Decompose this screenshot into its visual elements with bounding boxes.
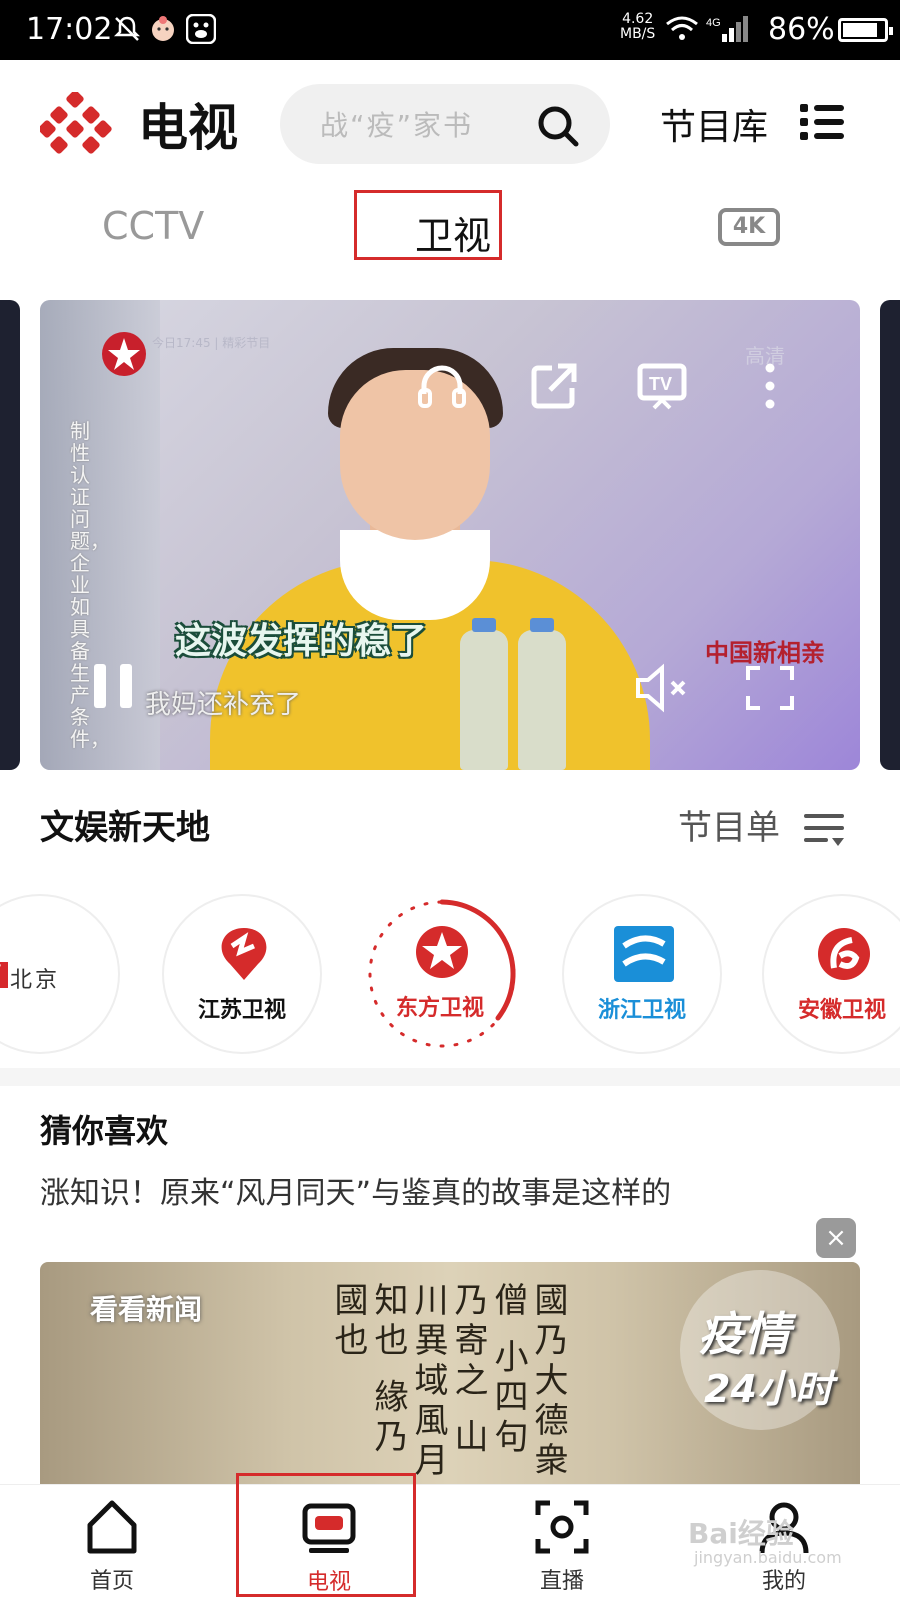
divider — [0, 1068, 900, 1086]
status-time: 17:02 — [26, 12, 113, 47]
section-title: 文娱新天地 — [40, 808, 210, 848]
kankan-news-logo: 看看新闻 — [90, 1293, 203, 1326]
battery-percent: 86% — [768, 12, 835, 47]
baidu-paw-icon — [186, 14, 216, 44]
channel-zhejiang-name: 浙江卫视 — [597, 998, 686, 1023]
svg-text:TV: TV — [649, 374, 672, 394]
tv-icon — [302, 1503, 356, 1553]
channel-jiangsu[interactable]: 江苏卫视 — [162, 894, 322, 1054]
badge-line2: 24小时 — [704, 1367, 833, 1411]
mute-icon[interactable] — [632, 662, 692, 714]
station-time: 今日17:45 | 精彩节目 — [152, 336, 271, 350]
recommend-title: 猜你喜欢 — [40, 1112, 169, 1150]
video-person-collar — [340, 530, 490, 620]
nav-profile-label: 我的 — [761, 1569, 806, 1594]
dragon-tv-logo — [102, 332, 146, 376]
search-bar[interactable]: 战“疫”家书 — [280, 84, 610, 164]
channel-zhejiang[interactable]: 浙江卫视 — [562, 894, 722, 1054]
channel-list: TV 北京 江苏卫视 东方卫视 浙江卫视 安徽卫视 — [0, 878, 900, 1058]
battery-fill — [843, 23, 878, 37]
audio-mode-icon[interactable] — [416, 360, 468, 412]
share-icon[interactable] — [528, 360, 580, 412]
video-caption: 这波发挥的稳了 — [175, 621, 428, 662]
badge-line1: 疫情 — [698, 1307, 790, 1361]
nav-home-label: 首页 — [89, 1569, 134, 1594]
video-carousel: 今日17:45 | 精彩节目 高清 制性认证问题，企业如具备生产条件， 这波发挥… — [0, 300, 900, 770]
nav-live-label: 直播 — [539, 1569, 584, 1594]
tab-satellite-tv[interactable]: 卫视 — [354, 190, 502, 260]
calligraphy-text: 國乃大德衆僧 小四句乃寄之 山川異域風月 知也 緣乃國也 — [328, 1282, 568, 1482]
nav-tv[interactable]: 电视 — [236, 1473, 416, 1597]
section-header: 文娱新天地 节目单 — [0, 790, 900, 860]
nav-home[interactable]: 首页 — [22, 1485, 202, 1601]
cast-tv-icon[interactable]: TV — [636, 360, 688, 412]
channel-anhui-name: 安徽卫视 — [797, 998, 886, 1023]
signal-label: 4G — [706, 17, 721, 29]
search-placeholder: 战“疫”家书 — [320, 109, 474, 142]
net-speed: 4.62 MB/S — [620, 12, 655, 42]
channel-jiangsu-name: 江苏卫视 — [197, 998, 286, 1023]
battery-icon — [838, 18, 893, 42]
channel-anhui[interactable]: 安徽卫视 — [762, 894, 900, 1054]
next-card[interactable] — [880, 300, 900, 770]
list-menu-icon[interactable] — [800, 102, 844, 142]
channel-beijing-name: 北京 — [10, 968, 61, 993]
tab-cctv[interactable]: CCTV — [102, 204, 204, 248]
fullscreen-icon[interactable] — [744, 662, 796, 714]
more-icon[interactable] — [744, 360, 796, 412]
status-bar: 17:02 4.62 MB/S 4G 86% — [0, 0, 900, 60]
jiangsu-logo-icon — [221, 928, 267, 980]
watermark-url: jingyan.baidu.com — [694, 1548, 842, 1567]
app-logo — [40, 92, 112, 154]
wifi-icon — [666, 16, 698, 40]
nav-live[interactable]: 直播 — [472, 1485, 652, 1601]
prev-card[interactable] — [0, 300, 20, 770]
recommend-thumbnail[interactable]: 國乃大德衆僧 小四句乃寄之 山川異域風月 知也 緣乃國也 看看新闻 疫情 24小… — [40, 1262, 860, 1484]
channel-dongfang[interactable]: 东方卫视 — [362, 894, 522, 1054]
signal-icon: 4G — [706, 16, 748, 42]
video-bottle — [460, 618, 508, 770]
mute-bell-icon — [113, 16, 141, 41]
schedule-link[interactable]: 节目单 — [678, 800, 780, 849]
tab-satellite-tv-label: 卫视 — [415, 214, 492, 258]
nav-tv-label: 电视 — [306, 1570, 351, 1595]
pause-icon[interactable] — [88, 660, 140, 712]
video-bottle — [518, 618, 566, 770]
home-icon — [87, 1500, 137, 1554]
recommend-headline[interactable]: 涨知识！原来“风月同天”与鉴真的故事是这样的 — [40, 1168, 671, 1212]
net-speed-unit: MB/S — [620, 26, 656, 42]
anhui-logo-icon — [818, 928, 870, 980]
watermark: Bai经验 — [688, 1517, 794, 1550]
channel-beijing-tv-badge: TV — [0, 962, 8, 988]
close-button[interactable]: × — [816, 1218, 856, 1258]
schedule-list-icon[interactable] — [802, 810, 846, 850]
net-speed-value: 4.62 — [622, 11, 654, 27]
channel-tabs: CCTV 卫视 4K — [0, 184, 900, 270]
tab-4k[interactable]: 4K — [718, 208, 780, 246]
search-icon[interactable] — [536, 104, 580, 148]
app-title: 电视 — [138, 99, 238, 157]
epidemic-24h-badge: 疫情 24小时 — [680, 1270, 840, 1430]
zhejiang-logo-icon — [614, 926, 674, 982]
live-camera-icon — [535, 1500, 589, 1554]
channel-dongfang-name: 东方卫视 — [395, 996, 484, 1021]
video-subtitle: 我妈还补充了 — [145, 690, 302, 720]
channel-beijing[interactable]: TV 北京 — [0, 894, 120, 1054]
dragon-tv-logo-icon — [416, 926, 468, 978]
video-player[interactable]: 今日17:45 | 精彩节目 高清 制性认证问题，企业如具备生产条件， 这波发挥… — [40, 300, 860, 770]
app-header: 电视 战“疫”家书 节目库 — [0, 60, 900, 184]
baby-face-icon — [152, 16, 174, 41]
program-library-link[interactable]: 节目库 — [660, 98, 768, 150]
